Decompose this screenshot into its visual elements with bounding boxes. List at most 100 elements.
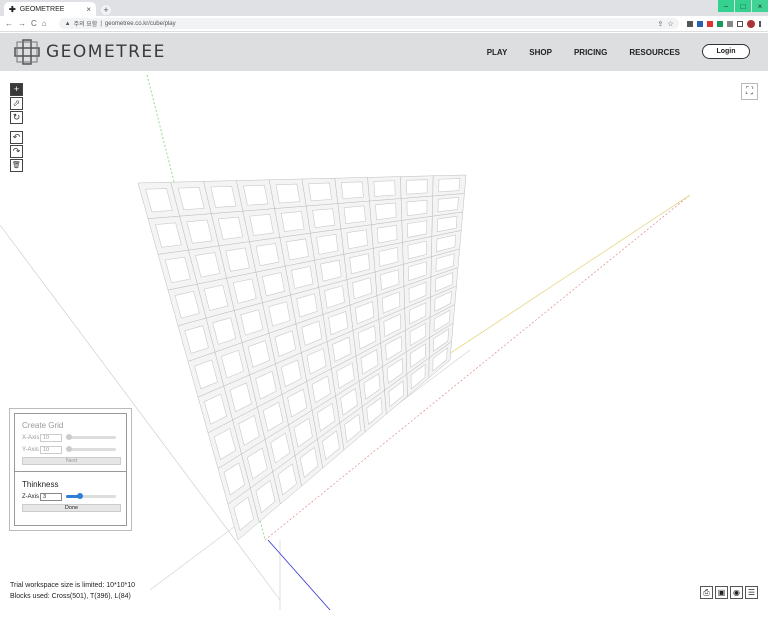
more-icon[interactable]	[758, 20, 761, 27]
menu-item-shop[interactable]: SHOP	[529, 48, 552, 57]
rotate-tool-button[interactable]: ↻	[10, 111, 23, 124]
grid-settings-panel: Create Grid X-Axis 10 Y-Axis 10 Next Thi…	[9, 408, 132, 531]
extension-icon[interactable]	[696, 20, 703, 27]
x-axis-slider[interactable]	[66, 434, 116, 440]
forward-icon[interactable]: →	[18, 19, 26, 28]
site-header: GEOMETREE PLAY SHOP PRICING RESOURCES Lo…	[0, 33, 768, 71]
lattice-block-opening	[340, 181, 364, 199]
back-icon[interactable]: ←	[5, 19, 13, 28]
save-icon[interactable]: ▣	[715, 586, 728, 599]
lattice-block-opening	[280, 211, 305, 232]
lattice-block-opening	[373, 180, 396, 197]
warning-icon: ▲	[64, 20, 71, 27]
favicon-icon: ✚	[9, 4, 16, 14]
star-icon[interactable]: ☆	[667, 20, 673, 28]
main-menu: PLAY SHOP PRICING RESOURCES	[487, 33, 680, 71]
focus-icon: ⛶	[746, 86, 753, 97]
lattice-block-opening	[406, 179, 428, 195]
redo-button[interactable]: ↷	[10, 145, 23, 158]
menu-item-pricing[interactable]: PRICING	[574, 48, 607, 57]
lattice-block-opening	[375, 202, 397, 221]
z-axis-slider[interactable]	[66, 493, 116, 499]
lattice-block-opening	[438, 178, 461, 193]
extension-icon[interactable]	[686, 20, 693, 27]
x-axis-line	[439, 194, 691, 361]
menu-item-resources[interactable]: RESOURCES	[629, 48, 680, 57]
maximize-button[interactable]: □	[735, 0, 751, 12]
lattice-block-opening	[437, 197, 459, 213]
print-icon[interactable]: ⎙	[700, 586, 713, 599]
z-axis-label: Z-Axis	[22, 493, 39, 500]
workspace-limit-text: Trial workspace size is limited: 10*10*1…	[10, 582, 136, 589]
z-axis-line	[267, 539, 331, 611]
url-actions: ⇪ ☆	[657, 20, 673, 28]
lattice-block-opening	[243, 184, 269, 206]
minimize-button[interactable]: −	[718, 0, 734, 12]
blocks-used-text: Blocks used: Cross(501), T(396), L(84)	[10, 593, 131, 600]
tab-close-icon[interactable]: ×	[86, 5, 91, 14]
reload-icon[interactable]: C	[31, 19, 37, 28]
lattice-block-opening	[210, 185, 237, 208]
select-tool-button[interactable]: ⬀	[10, 97, 23, 110]
browser-tab-strip: ✚ GEOMETREE × + − □ ×	[0, 0, 768, 16]
next-button[interactable]: Next	[22, 457, 121, 465]
document-icon[interactable]: ☰	[745, 586, 758, 599]
sidebar-icon[interactable]	[736, 20, 743, 27]
done-button[interactable]: Done	[22, 504, 121, 512]
thickness-title: Thinkness	[22, 480, 59, 489]
lattice-block-opening	[343, 205, 366, 225]
y-axis-slider[interactable]	[66, 446, 116, 452]
panel-divider	[15, 471, 126, 472]
lattice-block-opening	[312, 208, 336, 228]
z-axis-input[interactable]: 3	[40, 492, 62, 501]
x-axis-input[interactable]: 10	[40, 433, 62, 442]
y-axis-label: Y-Axis	[22, 446, 39, 453]
avatar[interactable]	[746, 19, 755, 28]
site-logo[interactable]: GEOMETREE	[14, 39, 166, 65]
lattice-block-opening	[249, 213, 274, 236]
lattice-block-opening	[255, 243, 280, 267]
lattice-block-opening	[406, 199, 428, 217]
camera-icon[interactable]: ◉	[730, 586, 743, 599]
undo-button[interactable]: ↶	[10, 131, 23, 144]
logo-icon	[14, 39, 40, 65]
x-axis-label: X-Axis	[22, 434, 40, 441]
y-axis-input[interactable]: 10	[40, 445, 62, 454]
home-icon[interactable]: ⌂	[42, 19, 47, 28]
browser-tab[interactable]: ✚ GEOMETREE ×	[4, 2, 96, 16]
create-grid-title: Create Grid	[22, 421, 64, 430]
url-divider: |	[100, 20, 102, 27]
login-button[interactable]: Login	[702, 44, 750, 59]
new-tab-button[interactable]: +	[101, 5, 111, 15]
address-bar-row: ← → C ⌂ ▲ 주의 요함 | geometree.co.kr/cube/p…	[0, 16, 768, 32]
extension-icon[interactable]	[716, 20, 723, 27]
puzzle-icon[interactable]	[726, 20, 733, 27]
fit-view-button[interactable]: ⛶	[741, 83, 758, 100]
extensions	[686, 19, 761, 28]
close-window-button[interactable]: ×	[752, 0, 768, 12]
share-icon[interactable]: ⇪	[657, 20, 663, 28]
z-axis-slider-knob[interactable]	[77, 493, 83, 499]
logo-text: GEOMETREE	[46, 42, 166, 62]
lattice-block-opening	[285, 238, 309, 261]
3d-scene[interactable]	[0, 71, 768, 628]
browser-nav: ← → C ⌂	[5, 19, 47, 28]
lattice-model[interactable]	[137, 174, 467, 541]
y-axis-row: Y-Axis 10	[22, 445, 126, 454]
x-axis-slider-knob[interactable]	[66, 434, 72, 440]
url-field[interactable]: ▲ 주의 요함 | geometree.co.kr/cube/play ⇪ ☆	[58, 18, 679, 29]
tab-title: GEOMETREE	[19, 5, 65, 13]
x-axis-row: X-Axis 10	[22, 433, 126, 442]
extension-icon[interactable]	[706, 20, 713, 27]
url-text: geometree.co.kr/cube/play	[104, 20, 176, 27]
lattice-block-opening	[308, 182, 332, 202]
menu-item-play[interactable]: PLAY	[487, 48, 508, 57]
delete-button[interactable]: 🗑	[10, 159, 23, 172]
lattice-block-opening	[275, 183, 301, 204]
add-tool-button[interactable]: +	[10, 83, 23, 96]
y-axis-slider-knob[interactable]	[66, 446, 72, 452]
bottom-toolbar: ⎙ ▣ ◉ ☰	[700, 586, 758, 599]
tool-palette: + ⬀ ↻ ↶ ↷ 🗑	[10, 83, 23, 172]
3d-viewport[interactable]	[0, 71, 768, 628]
lattice-block-opening	[346, 229, 368, 250]
